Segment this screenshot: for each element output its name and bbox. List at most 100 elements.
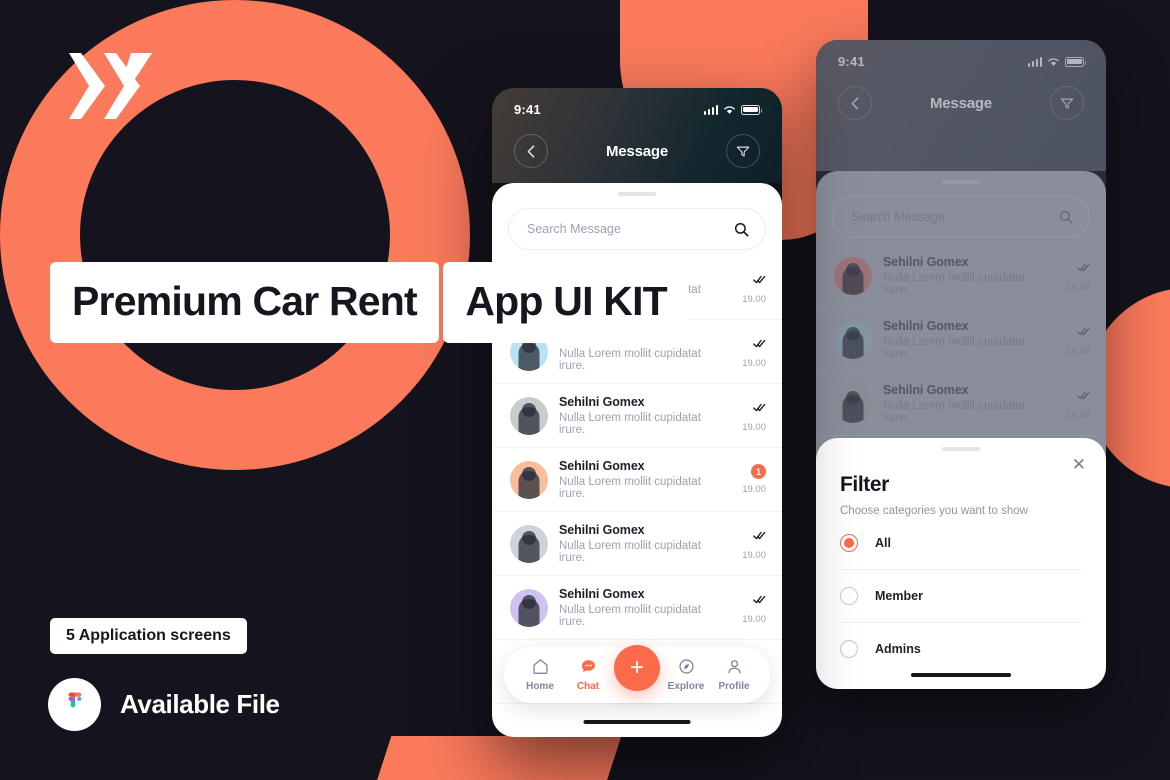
nav-item-home[interactable]: Home (518, 658, 562, 692)
message-text: Sehilni Gomex Nulla Lorem mollit cupidata… (883, 319, 1039, 360)
message-list-item[interactable]: Sehilni Gomex Nulla Lorem mollit cupidata… (816, 244, 1106, 308)
avatar (510, 460, 548, 499)
bottom-navigation-bar: Home Chat + Explore Profile (504, 645, 770, 703)
read-receipt-icon (753, 271, 766, 289)
nav-item-profile[interactable]: Profile (712, 658, 756, 692)
filter-option-admins[interactable]: Admins (840, 623, 1082, 675)
nav-item-explore[interactable]: Explore (664, 658, 708, 692)
message-list-item[interactable]: Sehilni Gomex Nulla Lorem mollit cupidata… (816, 308, 1106, 372)
message-sender-name: Sehilni Gomex (559, 395, 645, 409)
search-input[interactable]: Search Message (832, 196, 1090, 238)
message-snippet: Nulla Lorem mollit cupidatat irure. (883, 272, 1025, 296)
message-time: 19.00 (742, 549, 766, 561)
front-screen-header: 9:41 Message (492, 88, 782, 183)
message-list-item[interactable]: Sehilni Gomex Nulla Lorem mollit cupidata… (492, 512, 782, 576)
message-time: 19.00 (742, 293, 766, 305)
message-meta: 19.00 (1050, 323, 1090, 357)
available-file-row: Available File (48, 678, 280, 731)
message-text: Sehilni Gomex Nulla Lorem mollit cupidata… (559, 395, 715, 436)
read-receipt-icon (753, 399, 766, 417)
screens-count-badge: 5 Application screens (50, 618, 247, 654)
filter-subtitle: Choose categories you want to show (840, 505, 1028, 517)
message-time: 19.00 (1066, 345, 1090, 357)
nav-item-label: Explore (667, 681, 705, 692)
message-snippet: Nulla Lorem mollit cupidatat irure. (883, 336, 1025, 360)
message-text: Sehilni Gomex Nulla Lorem mollit cupidata… (559, 459, 715, 500)
filter-sheet-grabber[interactable] (942, 447, 980, 451)
person-icon (726, 658, 743, 678)
screen-title: Message (606, 142, 668, 160)
wifi-icon (724, 105, 735, 114)
sheet-grabber[interactable] (618, 192, 656, 196)
message-text: Sehilni Gomex Nulla Lorem mollit cupidata… (559, 587, 715, 628)
chevron-logo (69, 53, 152, 119)
screen-title: Message (930, 94, 992, 112)
message-snippet: Nulla Lorem mollit cupidatat irure. (559, 604, 701, 628)
double-check-icon (753, 403, 766, 411)
double-check-icon (1077, 263, 1090, 271)
add-fab-button[interactable]: + (614, 645, 660, 691)
message-sender-name: Sehilni Gomex (883, 319, 969, 333)
page-title-line-2: App UI KIT (443, 262, 689, 343)
avatar (510, 588, 548, 627)
home-icon (532, 658, 549, 678)
wifi-icon (1048, 57, 1059, 66)
avatar (510, 524, 548, 563)
nav-item-chat[interactable]: Chat (566, 658, 610, 692)
message-meta: 119.00 (726, 464, 766, 495)
double-check-icon (1077, 391, 1090, 399)
message-list-item[interactable]: Sehilni Gomex Nulla Lorem mollit cupidata… (492, 576, 782, 640)
avatar (834, 320, 872, 359)
message-meta: 19.00 (1050, 387, 1090, 421)
double-check-icon (753, 595, 766, 603)
message-list-item[interactable]: Sehilni Gomex Nulla Lorem mollit cupidata… (492, 448, 782, 512)
radio-button[interactable] (840, 534, 858, 552)
page-title-line-1: Premium Car Rent (50, 262, 439, 343)
message-time: 19.00 (1066, 409, 1090, 421)
double-check-icon (753, 531, 766, 539)
phone-mockup-front: 9:41 Message Search Message 19.00 Nulla … (492, 88, 782, 737)
close-icon[interactable]: ✕ (1072, 456, 1086, 473)
home-indicator (911, 673, 1011, 677)
radio-button[interactable] (840, 640, 858, 658)
avatar (834, 384, 872, 423)
read-receipt-icon (753, 527, 766, 545)
front-nav-row: Message (492, 134, 782, 168)
search-input[interactable]: Search Message (508, 208, 766, 250)
message-list-item[interactable]: Sehilni Gomex Nulla Lorem mollit cupidata… (816, 372, 1106, 436)
search-icon (1059, 210, 1073, 224)
message-time: 19.00 (1066, 281, 1090, 293)
sheet-grabber[interactable] (942, 180, 980, 184)
filter-button[interactable] (725, 134, 760, 168)
home-indicator (583, 720, 691, 724)
message-snippet: Nulla Lorem mollit cupidatat irure. (883, 400, 1025, 424)
available-file-label: Available File (120, 689, 280, 719)
message-time: 19.00 (742, 484, 766, 495)
signal-icon (703, 104, 718, 115)
double-check-icon (753, 339, 766, 347)
nav-item-label: Home (526, 681, 554, 692)
message-snippet: Nulla Lorem mollit cupidatat irure. (559, 412, 701, 436)
filter-option-label: Admins (875, 642, 921, 656)
back-button[interactable] (514, 134, 548, 168)
search-placeholder: Search Message (851, 210, 945, 224)
message-meta: 19.00 (726, 335, 766, 369)
filter-option-member[interactable]: Member (840, 570, 1082, 623)
radio-button[interactable] (840, 587, 858, 605)
double-check-icon (1077, 327, 1090, 335)
message-meta: 19.00 (726, 527, 766, 561)
filter-option-all[interactable]: All (840, 517, 1082, 570)
message-text: Sehilni Gomex Nulla Lorem mollit cupidata… (883, 255, 1039, 296)
message-list-item[interactable]: Sehilni Gomex Nulla Lorem mollit cupidata… (492, 384, 782, 448)
filter-options-list: All Member Admins (840, 517, 1082, 675)
filter-funnel-icon (1060, 98, 1074, 109)
decorative-orange-bottom-shape (368, 736, 622, 780)
filter-option-label: All (875, 536, 891, 550)
message-snippet: Nulla Lorem mollit cupidatat irure. (559, 476, 701, 500)
back-button[interactable] (838, 86, 872, 120)
chevron-left-icon (527, 144, 535, 158)
filter-button[interactable] (1049, 86, 1084, 120)
search-icon (734, 222, 749, 237)
battery-icon (1065, 56, 1087, 67)
title-block: Premium Car Rent App UI KIT (50, 246, 689, 343)
